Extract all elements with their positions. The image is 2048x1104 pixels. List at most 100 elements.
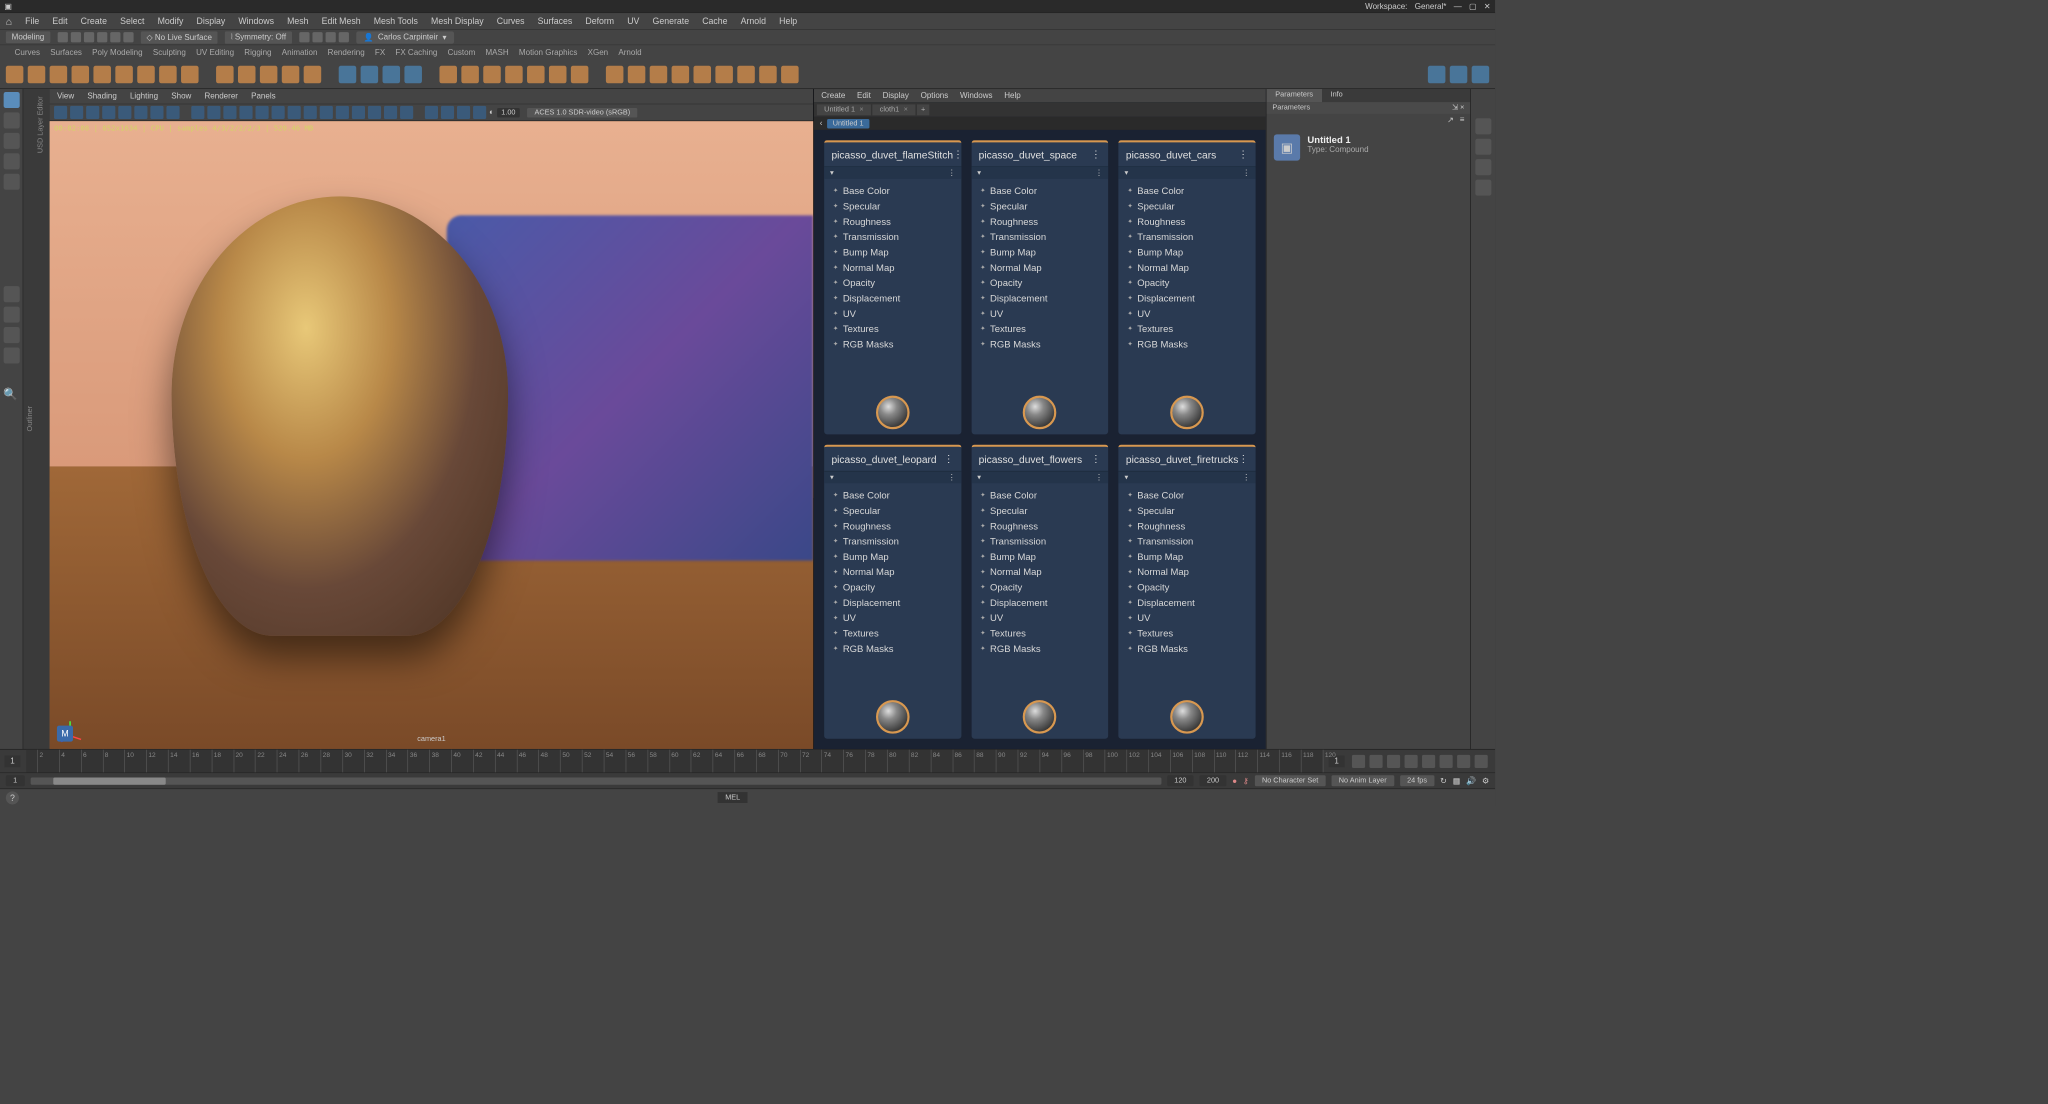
scale-tool[interactable] xyxy=(3,174,19,190)
add-tab[interactable]: + xyxy=(917,104,930,115)
vp-tool-icon[interactable] xyxy=(102,106,115,119)
node-property[interactable]: Normal Map xyxy=(1119,564,1256,579)
shelf-tab[interactable]: Surfaces xyxy=(50,48,82,57)
shelf-tab[interactable]: Curves xyxy=(15,48,40,57)
lasso-tool[interactable] xyxy=(3,112,19,128)
rotate-tool[interactable] xyxy=(3,153,19,169)
node-collapse[interactable]: ▾⋮ xyxy=(1119,167,1256,179)
material-node[interactable]: picasso_duvet_firetrucks⋮▾⋮Base ColorSpe… xyxy=(1119,445,1256,739)
pin-icon[interactable]: ⇲ xyxy=(1452,104,1458,112)
layout-tool[interactable] xyxy=(3,327,19,343)
vp-tool-icon[interactable] xyxy=(457,106,470,119)
vp-tool-icon[interactable] xyxy=(473,106,486,119)
vp-tool-icon[interactable] xyxy=(400,106,413,119)
node-property[interactable]: Base Color xyxy=(971,488,1108,503)
start-frame[interactable]: 1 xyxy=(4,755,20,767)
attredit-icon[interactable] xyxy=(1475,139,1491,155)
step-back-icon[interactable] xyxy=(1369,754,1382,767)
close-icon[interactable]: ✕ xyxy=(1484,1,1491,10)
user-account[interactable]: 👤 Carlos Carpinteir ▾ xyxy=(356,31,454,43)
node-menu-icon[interactable]: ⋮ xyxy=(1091,148,1101,160)
node-graph[interactable]: picasso_duvet_flameStitch⋮▾⋮Base ColorSp… xyxy=(814,130,1266,749)
close-icon[interactable]: × xyxy=(859,105,863,113)
node-property[interactable]: Textures xyxy=(1119,626,1256,641)
layout-tool[interactable] xyxy=(3,286,19,302)
shelf-tool-icon[interactable] xyxy=(383,65,401,83)
menu-create[interactable]: Create xyxy=(81,16,107,26)
node-property[interactable]: Displacement xyxy=(971,595,1108,610)
menu-generate[interactable]: Generate xyxy=(653,16,690,26)
menu-mesh[interactable]: Mesh xyxy=(287,16,308,26)
audio-icon[interactable]: 🔊 xyxy=(1466,776,1476,785)
vp-tool-icon[interactable] xyxy=(70,106,83,119)
shelf-tool-icon[interactable] xyxy=(1450,65,1468,83)
vp-tool-icon[interactable] xyxy=(368,106,381,119)
menu-curves[interactable]: Curves xyxy=(497,16,525,26)
node-property[interactable]: Transmission xyxy=(824,229,961,244)
shelf-tool-icon[interactable] xyxy=(715,65,733,83)
vp-tool-icon[interactable] xyxy=(191,106,204,119)
shelf-tool-icon[interactable] xyxy=(404,65,422,83)
select-tool[interactable] xyxy=(3,92,19,108)
vp-tool-icon[interactable] xyxy=(134,106,147,119)
node-menu-icon[interactable]: ⋮ xyxy=(1238,453,1248,465)
charset-dropdown[interactable]: No Character Set xyxy=(1255,775,1326,786)
maya-icon[interactable]: M xyxy=(57,726,73,742)
node-property[interactable]: Normal Map xyxy=(824,564,961,579)
layout-tool[interactable] xyxy=(3,307,19,323)
node-property[interactable]: Normal Map xyxy=(1119,260,1256,275)
node-property[interactable]: Bump Map xyxy=(824,549,961,564)
toolsettings-icon[interactable] xyxy=(1475,159,1491,175)
play-back-icon[interactable] xyxy=(1405,754,1418,767)
key-icon[interactable]: ● xyxy=(1232,776,1237,785)
tab-info[interactable]: Info xyxy=(1322,89,1352,102)
back-icon[interactable]: ‹ xyxy=(820,119,823,128)
node-property[interactable]: Displacement xyxy=(824,291,961,306)
node-property[interactable]: UV xyxy=(971,306,1108,321)
shelf-tool-icon[interactable] xyxy=(606,65,624,83)
node-menu-help[interactable]: Help xyxy=(1004,91,1021,100)
node-property[interactable]: Transmission xyxy=(1119,229,1256,244)
node-property[interactable]: Opacity xyxy=(971,275,1108,290)
shelf-tool-icon[interactable] xyxy=(1472,65,1490,83)
vp-tool-icon[interactable] xyxy=(288,106,301,119)
animlayer-dropdown[interactable]: No Anim Layer xyxy=(1331,775,1393,786)
shelf-tab[interactable]: Animation xyxy=(282,48,318,57)
menu-edit[interactable]: Edit xyxy=(52,16,67,26)
range-mid[interactable]: 120 xyxy=(1167,775,1194,786)
node-property[interactable]: Specular xyxy=(1119,503,1256,518)
node-property[interactable]: Specular xyxy=(971,199,1108,214)
shelf-prim-icon[interactable] xyxy=(50,65,68,83)
shelf-tool-icon[interactable] xyxy=(672,65,690,83)
vp-tool-icon[interactable] xyxy=(425,106,438,119)
node-collapse[interactable]: ▾⋮ xyxy=(824,167,961,179)
prev-key-icon[interactable] xyxy=(1387,754,1400,767)
menu-deform[interactable]: Deform xyxy=(585,16,614,26)
shelf-tab[interactable]: FX xyxy=(375,48,385,57)
move-tool[interactable] xyxy=(3,133,19,149)
node-menu-icon[interactable]: ⋮ xyxy=(1238,148,1248,160)
node-property[interactable]: Bump Map xyxy=(824,245,961,260)
node-property[interactable]: Roughness xyxy=(824,214,961,229)
node-property[interactable]: Bump Map xyxy=(971,549,1108,564)
shelf-tab[interactable]: Poly Modeling xyxy=(92,48,142,57)
node-property[interactable]: RGB Masks xyxy=(824,337,961,352)
vp-tool-icon[interactable] xyxy=(166,106,179,119)
home-icon[interactable]: ⌂ xyxy=(6,15,12,27)
outliner-tab[interactable]: Outliner xyxy=(23,89,36,749)
colorspace-dropdown[interactable]: ACES 1.0 SDR-video (sRGB) xyxy=(527,108,637,117)
node-menu-windows[interactable]: Windows xyxy=(960,91,993,100)
shelf-tool-icon[interactable] xyxy=(361,65,379,83)
node-property[interactable]: Textures xyxy=(824,626,961,641)
material-node[interactable]: picasso_duvet_flameStitch⋮▾⋮Base ColorSp… xyxy=(824,140,961,434)
menu-modify[interactable]: Modify xyxy=(158,16,184,26)
node-property[interactable]: Specular xyxy=(824,199,961,214)
play-icon[interactable] xyxy=(1422,754,1435,767)
node-collapse[interactable]: ▾⋮ xyxy=(1119,472,1256,484)
shelf-tool-icon[interactable] xyxy=(781,65,799,83)
vp-tool-icon[interactable] xyxy=(441,106,454,119)
material-node[interactable]: picasso_duvet_cars⋮▾⋮Base ColorSpecularR… xyxy=(1119,140,1256,434)
node-property[interactable]: Roughness xyxy=(824,518,961,533)
node-property[interactable]: UV xyxy=(824,306,961,321)
node-property[interactable]: Base Color xyxy=(824,183,961,198)
